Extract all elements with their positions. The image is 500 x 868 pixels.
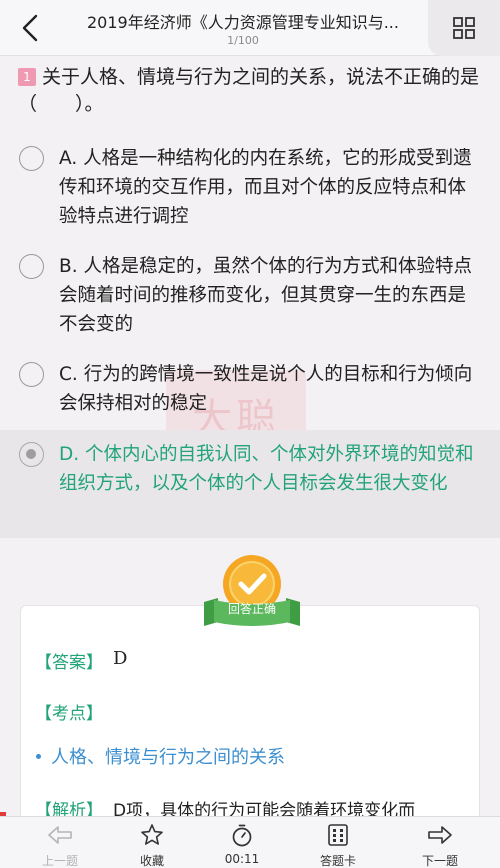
arrow-right-icon	[428, 826, 452, 844]
answer-card-button[interactable]: 答题卡	[288, 817, 388, 868]
radio-button[interactable]	[19, 362, 44, 387]
prev-question-button[interactable]: 上一题	[10, 817, 110, 868]
option-text: 个体内心的自我认同、个体对外界环境的知觉和组织方式，以及个体的个人目标会发生很大…	[59, 444, 474, 494]
next-label: 下一题	[421, 854, 458, 868]
timer-button[interactable]: 00:11	[192, 817, 292, 868]
radio-button[interactable]	[19, 146, 44, 171]
question-number-badge: 1	[18, 68, 36, 86]
next-question-button[interactable]: 下一题	[390, 817, 490, 868]
correct-answer-badge: 回答正确	[200, 550, 304, 638]
back-button[interactable]	[14, 12, 46, 44]
answer-card-icon	[328, 824, 348, 846]
option-letter: A.	[59, 148, 78, 169]
option-letter: D.	[59, 444, 80, 465]
radio-button[interactable]	[19, 254, 44, 279]
knowledge-point-text: 人格、情境与行为之间的关系	[51, 747, 285, 768]
grid-icon	[453, 17, 475, 39]
question-progress: 1/100	[227, 34, 259, 47]
analysis-card: 【答案】 D 【考点】 人格、情境与行为之间的关系 【解析】 D项，具体的行为可…	[20, 605, 480, 845]
header-bar: 2019年经济师《人力资源管理专业知识与... 1/100	[0, 0, 500, 56]
star-icon	[141, 824, 163, 845]
answer-label: 【答案】	[35, 653, 103, 673]
timer-label: 00:11	[224, 852, 260, 866]
page-title: 2019年经济师《人力资源管理专业知识与...	[87, 13, 399, 32]
stopwatch-icon	[232, 824, 252, 847]
chevron-left-icon	[22, 14, 38, 42]
option-a[interactable]: A. 人格是一种结构化的内在系统，它的形成受到遗传和环境的交互作用，而且对个体的…	[0, 140, 500, 236]
question-stem: 1 关于人格、情境与行为之间的关系，说法不正确的是（ ）。	[18, 64, 488, 118]
option-d[interactable]: D. 个体内心的自我认同、个体对外界环境的知觉和组织方式，以及个体的个人目标会发…	[0, 430, 500, 538]
option-text: 行为的跨情境一致性是说个人的目标和行为倾向会保持相对的稳定	[59, 364, 473, 414]
answer-card-label: 答题卡	[319, 854, 356, 868]
radio-button-selected[interactable]	[19, 442, 44, 467]
arrow-left-icon	[48, 826, 72, 844]
grid-menu-button[interactable]	[428, 0, 500, 56]
bottom-toolbar: 上一题 收藏 00:11 答题卡 下一题	[0, 816, 500, 868]
option-b[interactable]: B. 人格是稳定的，虽然个体的行为方式和体验特点会随着时间的推移而变化，但其贯穿…	[0, 248, 500, 344]
answer-value: D	[113, 648, 128, 669]
favorite-label: 收藏	[139, 854, 164, 868]
favorite-button[interactable]: 收藏	[102, 817, 202, 868]
bullet-icon	[36, 754, 41, 759]
option-text: 人格是稳定的，虽然个体的行为方式和体验特点会随着时间的推移而变化，但其贯穿一生的…	[59, 256, 472, 335]
knowledge-point-link[interactable]: 人格、情境与行为之间的关系	[36, 743, 285, 769]
result-text: 回答正确	[227, 602, 276, 616]
option-c[interactable]: C. 行为的跨情境一致性是说个人的目标和行为倾向会保持相对的稳定	[0, 356, 500, 424]
option-text: 人格是一种结构化的内在系统，它的形成受到遗传和环境的交互作用，而且对个体的反应特…	[59, 148, 472, 227]
option-letter: C.	[59, 364, 78, 385]
prev-label: 上一题	[41, 854, 78, 868]
question-text: 关于人格、情境与行为之间的关系，说法不正确的是（ ）。	[18, 66, 480, 115]
knowledge-point-label: 【考点】	[35, 704, 103, 724]
option-letter: B.	[59, 256, 78, 277]
check-medal-icon	[204, 555, 300, 626]
